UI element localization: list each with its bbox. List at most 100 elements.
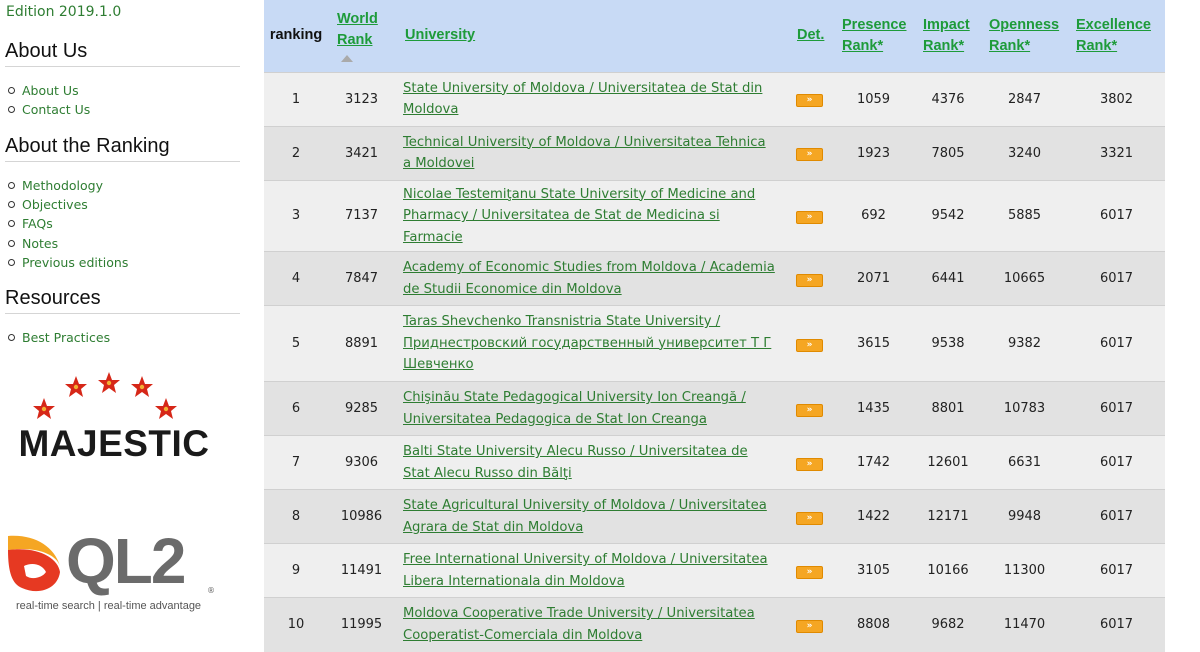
cell-impact-rank: 12601 <box>927 455 969 470</box>
cell-ranking: 1 <box>291 91 301 107</box>
cell-impact-rank: 4376 <box>931 91 965 107</box>
university-link[interactable]: Moldova Cooperative Trade University / U… <box>403 606 755 643</box>
cell-impact-rank: 9542 <box>931 208 965 224</box>
edition-label: Edition 2019.1.0 <box>6 4 122 20</box>
cell-det: » <box>787 598 832 652</box>
university-link[interactable]: Academy of Economic Studies from Moldova… <box>403 260 775 297</box>
excellence-sort-link[interactable]: Excellence Rank* <box>1076 17 1151 54</box>
ql2-swoosh-icon <box>8 535 60 592</box>
cell-presence-rank: 3615 <box>856 336 891 351</box>
col-header-openness[interactable]: Openness Rank* <box>981 0 1068 72</box>
cell-excellence-rank: 6017 <box>1099 617 1134 633</box>
details-arrow-icon[interactable]: » <box>796 403 823 417</box>
previous-editions-link[interactable]: Previous editions <box>22 255 128 270</box>
cell-excellence-rank: 6017 <box>1099 563 1134 578</box>
faqs-link[interactable]: FAQs <box>22 216 53 231</box>
cell-world-rank: 10986 <box>340 509 383 524</box>
sidebar: Edition 2019.1.0 About Us About Us Conta… <box>0 0 250 630</box>
details-arrow-icon[interactable]: » <box>796 210 823 224</box>
openness-sort-link[interactable]: Openness Rank* <box>989 17 1059 54</box>
presence-sort-link[interactable]: Presence Rank* <box>842 17 907 54</box>
table-row: 3 7137 Nicolae Testemiţanu State Universit… <box>264 180 1165 252</box>
table-row: 4 7847 Academy of Economic Studies from Mo… <box>264 251 1165 306</box>
ql2-wordmark: QL2 <box>66 525 186 597</box>
cell-det: » <box>787 252 832 306</box>
cell-presence-rank: 8808 <box>856 617 891 633</box>
det-sort-link[interactable]: Det. <box>797 27 824 43</box>
table-row: 2 3421 Technical University of Moldova / U… <box>264 126 1165 180</box>
cell-openness-rank: 5885 <box>1007 208 1042 224</box>
cell-university: Academy of Economic Studies from Moldova… <box>395 252 787 306</box>
best-practices-link[interactable]: Best Practices <box>22 330 110 345</box>
about-us-link[interactable]: About Us <box>22 83 79 98</box>
cell-world-rank: 3421 <box>344 145 379 161</box>
col-header-university[interactable]: University <box>395 0 787 72</box>
majestic-stars-icon <box>33 372 177 419</box>
table-row: 7 9306 Balti State University Alecu Russo … <box>264 435 1165 490</box>
university-sort-link[interactable]: University <box>405 27 475 43</box>
col-header-impact[interactable]: Impact Rank* <box>915 0 981 72</box>
cell-excellence-rank: 6017 <box>1099 401 1134 416</box>
details-arrow-icon[interactable]: » <box>796 511 823 525</box>
cell-excellence-rank: 6017 <box>1099 509 1134 524</box>
details-arrow-icon[interactable]: » <box>796 619 823 633</box>
cell-presence-rank: 3105 <box>856 563 891 578</box>
about-us-list: About Us Contact Us <box>8 81 90 119</box>
cell-world-rank: 7847 <box>344 271 379 286</box>
world-rank-sort-link[interactable]: World Rank <box>337 11 378 48</box>
university-link[interactable]: Free International University of Moldova… <box>403 552 768 589</box>
cell-presence-rank: 2071 <box>856 271 891 286</box>
cell-det: » <box>787 126 832 180</box>
sort-asc-icon <box>341 55 353 63</box>
details-arrow-icon[interactable]: » <box>796 565 823 579</box>
details-arrow-icon[interactable]: » <box>796 273 823 287</box>
table-row: 5 8891 Taras Shevchenko Transnistria State… <box>264 305 1165 382</box>
col-header-excellence[interactable]: Excellence Rank* <box>1068 0 1165 72</box>
ql2-logo[interactable]: QL2 ® real-time search | real-time advan… <box>4 526 224 622</box>
majestic-wordmark: MAJESTIC <box>18 423 210 464</box>
cell-university: Chişinău State Pedagogical University Io… <box>395 382 787 436</box>
university-link[interactable]: Taras Shevchenko Transnistria State Univ… <box>403 314 771 372</box>
about-ranking-heading: About the Ranking <box>5 135 240 162</box>
details-arrow-icon[interactable]: » <box>796 148 823 161</box>
cell-excellence-rank: 6017 <box>1099 271 1134 286</box>
table-body: 1 3123 State University of Moldova / Unive… <box>264 72 1165 652</box>
cell-ranking: 2 <box>291 145 301 161</box>
university-link[interactable]: Nicolae Testemiţanu State University of … <box>403 187 755 245</box>
impact-sort-link[interactable]: Impact Rank* <box>923 17 970 54</box>
cell-openness-rank: 10665 <box>1003 271 1046 286</box>
cell-ranking: 8 <box>291 509 301 524</box>
university-link[interactable]: Technical University of Moldova / Univer… <box>403 135 766 172</box>
col-header-world-rank[interactable]: World Rank <box>328 0 395 72</box>
col-header-ranking: ranking <box>269 27 323 44</box>
cell-presence-rank: 692 <box>861 208 886 224</box>
notes-link[interactable]: Notes <box>22 236 58 251</box>
university-link[interactable]: State Agricultural University of Moldova… <box>403 498 767 535</box>
table-row: 1 3123 State University of Moldova / Unive… <box>264 72 1165 126</box>
methodology-link[interactable]: Methodology <box>22 178 103 193</box>
nav-item-contact-us: Contact Us <box>8 100 90 119</box>
details-arrow-icon[interactable]: » <box>796 94 823 107</box>
table-row: 6 9285 Chişinău State Pedagogical Universi… <box>264 381 1165 436</box>
col-header-det[interactable]: Det. <box>787 0 832 72</box>
details-arrow-icon[interactable]: » <box>796 457 823 471</box>
contact-us-link[interactable]: Contact Us <box>22 102 90 117</box>
cell-det: » <box>787 180 832 252</box>
cell-openness-rank: 9948 <box>1007 509 1042 524</box>
cell-excellence-rank: 3321 <box>1099 145 1134 161</box>
cell-university: Nicolae Testemiţanu State University of … <box>395 180 787 252</box>
col-header-presence[interactable]: Presence Rank* <box>832 0 915 72</box>
cell-presence-rank: 1923 <box>856 145 891 161</box>
cell-excellence-rank: 3802 <box>1099 91 1134 107</box>
university-link[interactable]: State University of Moldova / Universita… <box>403 81 762 118</box>
cell-presence-rank: 1742 <box>856 455 891 470</box>
university-link[interactable]: Balti State University Alecu Russo / Uni… <box>403 444 748 481</box>
table-row: 8 10986 State Agricultural University of M… <box>264 489 1165 544</box>
cell-impact-rank: 9682 <box>931 617 965 633</box>
cell-openness-rank: 3240 <box>1007 145 1042 161</box>
university-link[interactable]: Chişinău State Pedagogical University Io… <box>403 390 746 427</box>
majestic-logo[interactable]: MAJESTIC <box>14 372 214 468</box>
cell-university: Balti State University Alecu Russo / Uni… <box>395 436 787 490</box>
details-arrow-icon[interactable]: » <box>796 338 823 352</box>
objectives-link[interactable]: Objectives <box>22 197 88 212</box>
